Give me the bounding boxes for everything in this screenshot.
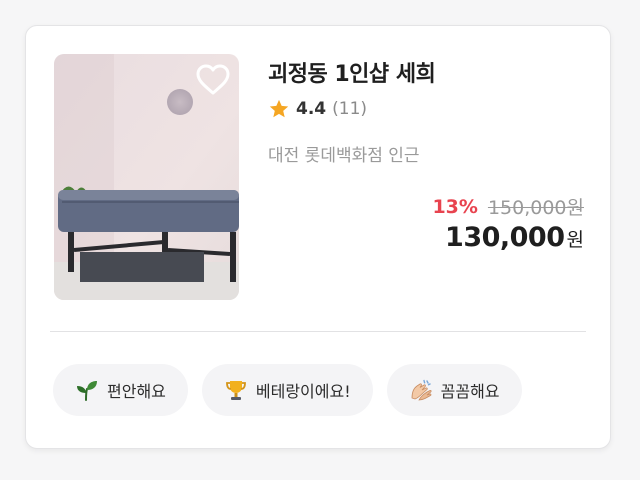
star-icon xyxy=(269,99,289,118)
divider xyxy=(50,331,586,332)
original-price: 150,000원 xyxy=(487,197,584,219)
location-text: 대전 롯데백화점 인근 xyxy=(268,146,420,166)
heart-outline-icon[interactable] xyxy=(195,62,231,98)
sprout-icon xyxy=(77,381,97,401)
tag-label: 베테랑이에요! xyxy=(255,382,351,401)
tag-veteran[interactable]: 베테랑이에요! xyxy=(201,364,373,416)
trophy-icon xyxy=(225,381,246,400)
listing-photo[interactable] xyxy=(54,54,239,300)
price-row: 130,000 원 xyxy=(445,222,584,253)
review-tag-list: 편안해요 베테랑이에요! 꼼꼼해요 xyxy=(53,364,522,416)
tag-comfortable[interactable]: 편안해요 xyxy=(53,364,188,416)
tag-label: 꼼꼼해요 xyxy=(440,382,500,401)
currency-unit: 원 xyxy=(566,229,584,251)
rating-score: 4.4 xyxy=(296,99,327,119)
hands-icon xyxy=(411,379,432,401)
tag-thorough[interactable]: 꼼꼼해요 xyxy=(386,364,522,416)
discount-percent: 13% xyxy=(432,195,478,218)
sale-price: 130,000 xyxy=(445,222,565,253)
tag-label: 편안해요 xyxy=(107,382,166,401)
listing-title[interactable]: 괴정동 1인샵 세희 xyxy=(268,56,436,88)
rating-row: 4.4 (11) xyxy=(268,98,367,120)
discount-row: 13% 150,000원 xyxy=(432,193,584,220)
review-count: (11) xyxy=(332,99,368,119)
listing-card[interactable]: 괴정동 1인샵 세희 4.4 (11) 대전 롯데백화점 인근 13% 150,… xyxy=(25,25,611,449)
